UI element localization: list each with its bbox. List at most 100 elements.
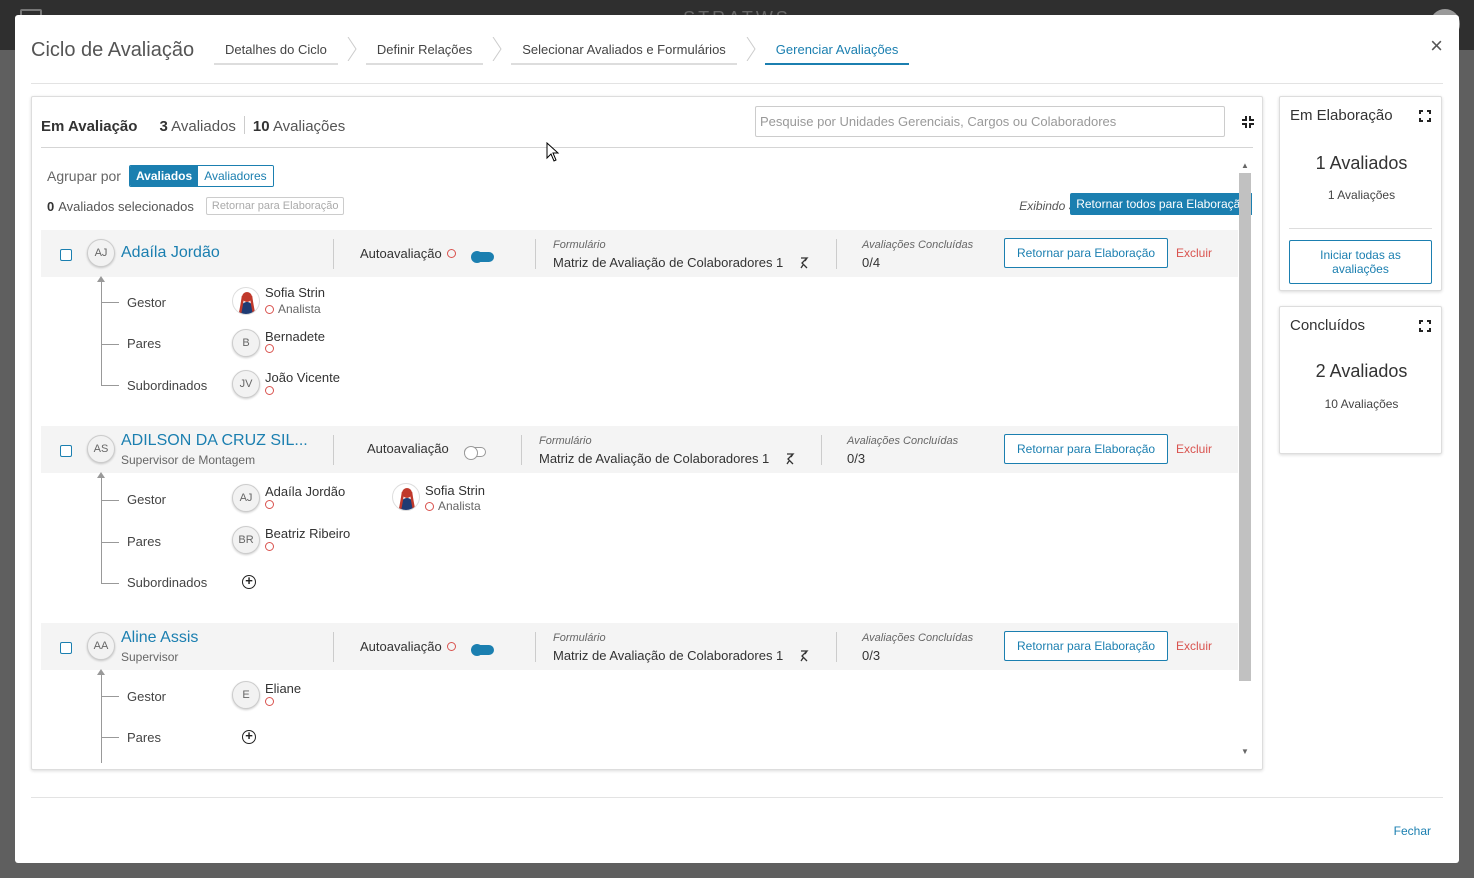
selected-count: 0 bbox=[47, 198, 55, 214]
collapse-icon[interactable] bbox=[1241, 115, 1255, 129]
scrollbar[interactable]: ▲ ▼ bbox=[1238, 159, 1252, 763]
person-role: Analista bbox=[425, 499, 481, 513]
form-name: Matriz de Avaliação de Colaboradores 1 bbox=[553, 648, 784, 663]
expand-icon[interactable] bbox=[1419, 110, 1431, 122]
return-button[interactable]: Retornar para Elaboração bbox=[1004, 238, 1169, 268]
evaluated-name[interactable]: Adaíla Jordão bbox=[121, 244, 220, 262]
panel-divider bbox=[41, 147, 1253, 148]
tree-branch bbox=[101, 385, 119, 386]
divider bbox=[333, 632, 334, 662]
card-header: AA Aline Assis Supervisor Autoavaliação … bbox=[41, 623, 1238, 670]
person-photo bbox=[392, 483, 420, 511]
evaluated-name[interactable]: ADILSON DA CRUZ SIL... bbox=[121, 432, 308, 450]
divider bbox=[535, 632, 536, 662]
divider bbox=[1289, 228, 1432, 229]
form-label: Formulário bbox=[539, 435, 592, 447]
self-evaluation-toggle[interactable] bbox=[464, 446, 486, 460]
evaluations-count: 1 Avaliações bbox=[1327, 188, 1396, 202]
evaluated-name[interactable]: Aline Assis bbox=[121, 629, 198, 647]
expand-icon[interactable] bbox=[1419, 320, 1431, 332]
scrollbar-thumb[interactable] bbox=[1239, 173, 1251, 681]
chevron-right-icon bbox=[746, 37, 756, 61]
self-evaluation-toggle[interactable] bbox=[471, 644, 494, 656]
status-ring-icon bbox=[265, 304, 274, 314]
avatar: AJ bbox=[87, 239, 115, 267]
step-select[interactable]: Selecionar Avaliados e Formulários bbox=[511, 42, 737, 65]
step-manage[interactable]: Gerenciar Avaliações bbox=[764, 42, 910, 65]
status-ring-icon bbox=[265, 542, 278, 551]
delete-link[interactable]: Excluir bbox=[1176, 639, 1212, 653]
evaluations-count: 10 Avaliações bbox=[252, 118, 346, 135]
person-name: Adaíla Jordão bbox=[265, 484, 346, 499]
status-ring-icon bbox=[446, 249, 456, 258]
form-name: Matriz de Avaliação de Colaboradores 1 bbox=[553, 255, 784, 270]
self-evaluation-toggle[interactable] bbox=[471, 251, 494, 263]
divider bbox=[243, 116, 245, 134]
start-all-button[interactable]: Iniciar todas as avaliações bbox=[1289, 240, 1432, 284]
status-ring-icon bbox=[265, 344, 278, 353]
tree-branch bbox=[101, 344, 119, 345]
card-header: AJ Adaíla Jordão Autoavaliação Formulári… bbox=[41, 230, 1238, 277]
close-button[interactable]: Fechar bbox=[1394, 824, 1431, 838]
avatar: BR bbox=[232, 526, 260, 554]
person-name: Beatriz Ribeiro bbox=[265, 526, 351, 541]
divider bbox=[836, 632, 837, 662]
add-icon[interactable]: + bbox=[242, 729, 256, 744]
person-name: Bernadete bbox=[265, 329, 325, 344]
step-details[interactable]: Detalhes do Ciclo bbox=[214, 42, 338, 65]
add-icon[interactable]: + bbox=[242, 574, 256, 589]
close-icon[interactable]: × bbox=[1430, 35, 1443, 57]
avatar: E bbox=[232, 681, 260, 709]
scroll-down-icon[interactable]: ▼ bbox=[1241, 747, 1249, 756]
delete-link[interactable]: Excluir bbox=[1176, 246, 1212, 260]
group-evaluators-option[interactable]: Avaliadores bbox=[198, 166, 273, 186]
tree-line bbox=[101, 476, 102, 584]
return-button[interactable]: Retornar para Elaboração bbox=[1004, 631, 1169, 661]
group-by-label: Agrupar por bbox=[47, 168, 121, 184]
wizard-steps: Detalhes do Ciclo Definir Relações Selec… bbox=[214, 37, 910, 65]
person-name: Sofia Strin bbox=[425, 483, 485, 498]
panel-title: Concluídos bbox=[1290, 317, 1366, 334]
select-checkbox[interactable] bbox=[60, 249, 72, 261]
divider bbox=[333, 239, 334, 269]
group-evaluated-option[interactable]: Avaliados bbox=[129, 166, 199, 186]
in-evaluation-panel: Em Avaliação 3 Avaliados 10 Avaliações P… bbox=[31, 96, 1263, 770]
person-name: Eliane bbox=[265, 681, 302, 696]
header-divider bbox=[31, 83, 1443, 84]
person-photo bbox=[232, 287, 260, 315]
done-count: 0/3 bbox=[847, 451, 866, 466]
return-selected-button[interactable]: Retornar para Elaboração bbox=[205, 197, 345, 215]
form-label: Formulário bbox=[553, 632, 606, 644]
select-checkbox[interactable] bbox=[60, 445, 72, 457]
person-name: João Vicente bbox=[265, 370, 340, 385]
relation-peers: Pares bbox=[127, 336, 161, 351]
swap-icon[interactable] bbox=[785, 453, 795, 465]
delete-link[interactable]: Excluir bbox=[1176, 442, 1212, 456]
divider bbox=[333, 435, 334, 465]
status-ring-icon bbox=[425, 501, 434, 511]
self-evaluation: Autoavaliação bbox=[367, 441, 449, 456]
select-checkbox[interactable] bbox=[60, 642, 72, 654]
scroll-up-icon[interactable]: ▲ bbox=[1241, 161, 1249, 170]
panel-title: Em Elaboração bbox=[1290, 107, 1393, 124]
search-input[interactable]: Pesquise por Unidades Gerenciais, Cargos… bbox=[755, 106, 1225, 137]
status-ring-icon bbox=[446, 642, 456, 651]
panel-header: Em Avaliação 3 Avaliados 10 Avaliações bbox=[41, 113, 345, 135]
step-relations[interactable]: Definir Relações bbox=[365, 42, 484, 65]
status-ring-icon bbox=[265, 500, 278, 509]
cycle-modal: Ciclo de Avaliação Detalhes do Ciclo Def… bbox=[15, 15, 1459, 863]
tree-line bbox=[101, 280, 102, 386]
return-all-button[interactable]: Retornar todos para Elaboração bbox=[1070, 193, 1252, 215]
relation-manager: Gestor bbox=[127, 295, 167, 310]
selected-label: Avaliados selecionados bbox=[58, 198, 194, 214]
evaluated-role: Supervisor de Montagem bbox=[121, 453, 256, 467]
divider bbox=[535, 239, 536, 269]
swap-icon[interactable] bbox=[799, 257, 809, 269]
return-button[interactable]: Retornar para Elaboração bbox=[1004, 434, 1169, 464]
status-ring-icon bbox=[265, 386, 278, 395]
group-by: Agrupar por Avaliados Avaliadores bbox=[47, 165, 274, 187]
tree-branch bbox=[101, 500, 119, 501]
form-name: Matriz de Avaliação de Colaboradores 1 bbox=[539, 451, 770, 466]
swap-icon[interactable] bbox=[799, 650, 809, 662]
done-count: 0/3 bbox=[862, 648, 881, 663]
